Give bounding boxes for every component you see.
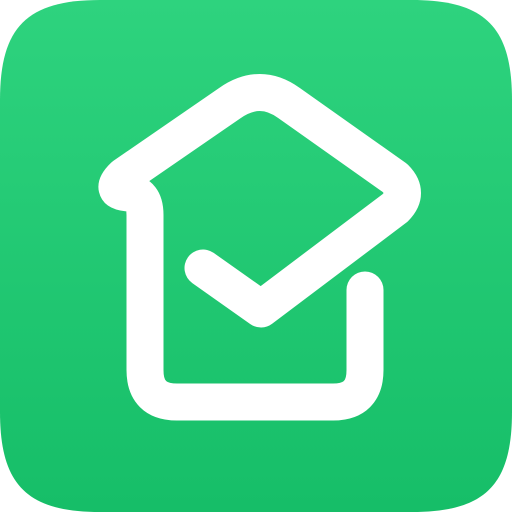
app-icon — [0, 0, 512, 512]
house-check-icon — [0, 0, 512, 512]
